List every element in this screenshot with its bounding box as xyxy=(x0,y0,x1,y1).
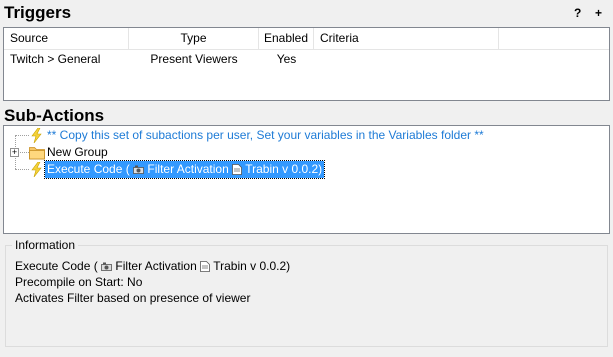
triggers-table[interactable]: Source Type Enabled Criteria Twitch > Ge… xyxy=(3,27,610,101)
execute-code-text: Execute Code ( xyxy=(47,162,130,176)
tree-item-label: ** Copy this set of subactions per user,… xyxy=(47,128,484,142)
filter-activation-text: Filter Activation xyxy=(147,162,229,176)
tree-item-label-selected: Execute Code ( Filter Activation Trabin … xyxy=(43,160,326,179)
cell-source: Twitch > General xyxy=(10,52,101,66)
document-icon xyxy=(200,261,211,273)
help-button[interactable]: ? xyxy=(574,6,581,20)
lightning-icon xyxy=(31,162,42,177)
add-trigger-button[interactable]: + xyxy=(595,6,602,20)
subactions-title: Sub-Actions xyxy=(4,106,105,125)
info-filter-activation-text: Filter Activation xyxy=(115,259,197,273)
info-execute-code-line: Execute Code ( Filter Activation Trabin … xyxy=(15,259,290,273)
tree-line xyxy=(20,152,29,153)
column-header-criteria[interactable]: Criteria xyxy=(314,28,499,49)
document-icon xyxy=(232,164,243,176)
info-trabin-version-text: Trabin v 0.0.2) xyxy=(213,259,291,273)
tree-line xyxy=(15,135,29,136)
cell-criteria xyxy=(314,50,499,68)
subactions-tree[interactable]: ** Copy this set of subactions per user,… xyxy=(3,125,610,234)
info-execute-code-text: Execute Code ( xyxy=(15,259,98,273)
cell-enabled: Yes xyxy=(276,52,297,66)
information-group: Information Execute Code ( Filter Activa… xyxy=(5,238,608,347)
column-header-type[interactable]: Type xyxy=(129,28,259,49)
folder-icon xyxy=(29,147,45,160)
info-precompile-line: Precompile on Start: No xyxy=(15,275,143,289)
column-header-enabled[interactable]: Enabled xyxy=(259,28,314,49)
filter-icon xyxy=(133,165,144,174)
trabin-version-text: Trabin v 0.0.2) xyxy=(245,162,323,176)
triggers-table-header: Source Type Enabled Criteria xyxy=(4,28,609,50)
filter-icon xyxy=(101,262,112,271)
column-header-source[interactable]: Source xyxy=(4,28,129,49)
info-description-line: Activates Filter based on presence of vi… xyxy=(15,291,251,305)
information-title: Information xyxy=(12,238,79,252)
tree-line xyxy=(15,169,29,170)
triggers-title: Triggers xyxy=(4,3,72,22)
lightning-icon xyxy=(31,128,42,143)
tree-item-label: New Group xyxy=(47,145,108,159)
expand-icon[interactable]: + xyxy=(10,148,19,157)
cell-type: Present Viewers xyxy=(150,52,238,66)
